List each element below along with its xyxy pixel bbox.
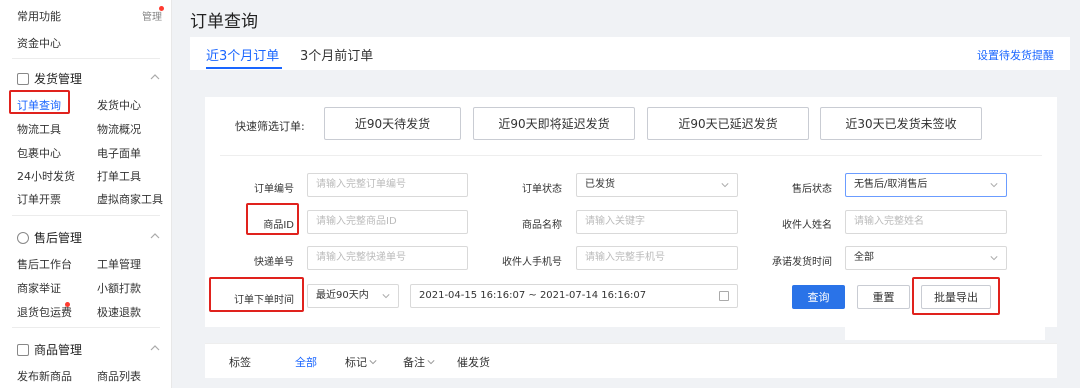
select-value: 无售后/取消售后	[854, 179, 928, 190]
sidebar-item-ship-center[interactable]: 发货中心	[97, 97, 141, 113]
chevron-down-icon	[990, 183, 998, 188]
order-time-range-select[interactable]: 最近90天内	[307, 284, 399, 308]
tab-recent-3-months[interactable]: 近3个月订单	[206, 45, 279, 64]
page-title: 订单查询	[190, 12, 258, 32]
sidebar-item-logistics-overview[interactable]: 物流概况	[97, 121, 141, 137]
sidebar-item-fast-refund[interactable]: 极速退款	[97, 304, 141, 320]
chevron-up-icon[interactable]	[150, 231, 160, 241]
query-button[interactable]: 查询	[792, 285, 845, 309]
batch-export-button[interactable]: 批量导出	[921, 285, 991, 309]
aftersale-status-select[interactable]: 无售后/取消售后	[845, 173, 1007, 197]
calendar-icon	[719, 291, 729, 301]
section-title: 发货管理	[34, 72, 83, 86]
divider	[12, 58, 160, 59]
sidebar-item-e-waybill[interactable]: 电子面单	[97, 145, 141, 161]
sidebar: 常用功能 管理 资金中心 发货管理 订单查询 发货中心 物流工具 物流概况 包裹…	[0, 0, 172, 388]
notification-dot	[159, 6, 164, 11]
filter-mark-text: 标记	[345, 356, 367, 369]
section-title: 售后管理	[34, 231, 83, 245]
filter-all[interactable]: 全部	[295, 354, 317, 370]
express-no-input[interactable]: 请输入完整快递单号	[307, 246, 468, 270]
filter-mark[interactable]: 标记	[345, 354, 377, 370]
tab-underline	[206, 67, 282, 69]
section-title: 商品管理	[34, 343, 83, 357]
sidebar-item-goods-list[interactable]: 商品列表	[97, 368, 141, 384]
tab-older-3-months[interactable]: 3个月前订单	[300, 45, 373, 64]
divider	[12, 327, 160, 328]
quick-filter-unsigned-30d[interactable]: 近30天已发货未签收	[820, 107, 982, 140]
quick-filter-pending-90d[interactable]: 近90天待发货	[324, 107, 461, 140]
filter-urge[interactable]: 催发货	[457, 354, 490, 370]
sidebar-item-return-freight[interactable]: 退货包运费	[17, 304, 72, 320]
tag-text: 标签	[229, 356, 251, 369]
order-status-select[interactable]: 已发货	[576, 173, 738, 197]
filter-urge-text: 催发货	[457, 356, 490, 369]
filter-note-text: 备注	[403, 356, 425, 369]
chevron-up-icon[interactable]	[150, 343, 160, 353]
order-no-input[interactable]: 请输入完整订单编号	[307, 173, 468, 197]
sidebar-item-parcel-center[interactable]: 包裹中心	[17, 145, 61, 161]
order-time-label: 订单下单时间	[234, 295, 294, 306]
promise-time-select[interactable]: 全部	[845, 246, 1007, 270]
sidebar-item-funds[interactable]: 资金中心	[17, 35, 61, 51]
chevron-down-icon	[382, 294, 390, 299]
quick-filter-label: 快速筛选订单:	[235, 120, 305, 133]
sidebar-item-aftersale-desk[interactable]: 售后工作台	[17, 256, 72, 272]
sidebar-item-24h-ship[interactable]: 24小时发货	[17, 168, 75, 184]
chevron-down-icon	[990, 256, 998, 261]
express-no-label: 快递单号	[254, 257, 294, 268]
promise-time-label: 承诺发货时间	[772, 257, 832, 268]
receiver-phone-label: 收件人手机号	[502, 257, 562, 268]
notification-dot	[65, 302, 70, 307]
divider	[12, 215, 160, 216]
select-value: 已发货	[585, 179, 615, 190]
chevron-down-icon	[369, 360, 377, 365]
goods-id-label: 商品ID	[263, 220, 294, 231]
sidebar-section-shipping[interactable]: 发货管理	[17, 70, 82, 87]
tag-label: 标签	[229, 354, 251, 370]
sidebar-section-aftersale[interactable]: 售后管理	[17, 229, 82, 246]
order-time-date-range[interactable]: 2021-04-15 16:16:07 ~ 2021-07-14 16:16:0…	[410, 284, 738, 308]
reset-button[interactable]: 重置	[857, 285, 910, 309]
sidebar-item-print-tool[interactable]: 打单工具	[97, 168, 141, 184]
list-toolbar: 标签 全部 标记 备注 催发货	[205, 343, 1057, 378]
order-no-label: 订单编号	[254, 184, 294, 195]
box-icon	[17, 343, 29, 356]
filter-all-text: 全部	[295, 356, 317, 369]
sidebar-item-small-payment[interactable]: 小额打款	[97, 280, 141, 296]
select-value: 最近90天内	[316, 290, 369, 301]
document-icon	[17, 72, 29, 85]
sidebar-item-virtual-tools[interactable]: 虚拟商家工具	[97, 191, 163, 207]
date-range-value: 2021-04-15 16:16:07 ~ 2021-07-14 16:16:0…	[419, 290, 647, 301]
aftersale-status-label: 售后状态	[792, 184, 832, 195]
tabs-bar: 近3个月订单 3个月前订单 设置待发货提醒	[190, 37, 1070, 70]
select-value: 全部	[854, 252, 874, 263]
goods-name-input[interactable]: 请输入关键字	[576, 210, 738, 234]
receiver-name-label: 收件人姓名	[782, 220, 832, 231]
goods-id-input[interactable]: 请输入完整商品ID	[307, 210, 468, 234]
sidebar-item-invoice[interactable]: 订单开票	[17, 191, 61, 207]
sidebar-common-title: 常用功能	[17, 10, 61, 23]
sidebar-item-order-query[interactable]: 订单查询	[17, 97, 61, 113]
blank-area	[845, 318, 1045, 340]
quick-filter-delay-soon-90d[interactable]: 近90天即将延迟发货	[473, 107, 635, 140]
divider	[220, 155, 1042, 156]
quick-filter-delayed-90d[interactable]: 近90天已延迟发货	[647, 107, 809, 140]
filter-note[interactable]: 备注	[403, 354, 435, 370]
sidebar-item-evidence[interactable]: 商家举证	[17, 280, 61, 296]
chevron-down-icon	[427, 360, 435, 365]
check-circle-icon	[17, 231, 29, 244]
sidebar-item-new-goods[interactable]: 发布新商品	[17, 368, 72, 384]
order-status-label: 订单状态	[522, 184, 562, 195]
sidebar-item-tickets[interactable]: 工单管理	[97, 256, 141, 272]
pending-ship-reminder-link[interactable]: 设置待发货提醒	[977, 47, 1054, 63]
receiver-name-input[interactable]: 请输入完整姓名	[845, 210, 1007, 234]
goods-name-label: 商品名称	[522, 220, 562, 231]
sidebar-section-goods[interactable]: 商品管理	[17, 341, 82, 358]
sidebar-item-logistics-tools[interactable]: 物流工具	[17, 121, 61, 137]
chevron-down-icon	[721, 183, 729, 188]
receiver-phone-input[interactable]: 请输入完整手机号	[576, 246, 738, 270]
chevron-up-icon[interactable]	[150, 72, 160, 82]
